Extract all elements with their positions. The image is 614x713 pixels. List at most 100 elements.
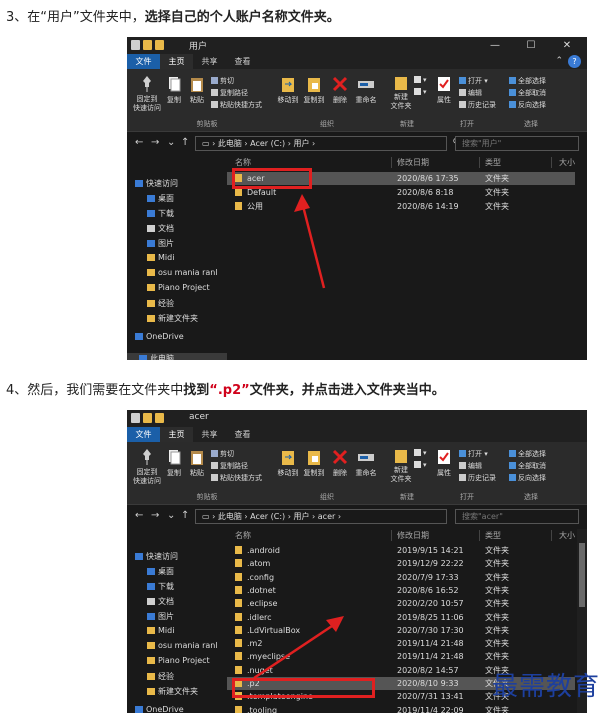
nav-item[interactable]: 经验 xyxy=(147,298,239,309)
search-input[interactable]: 搜索"用户" xyxy=(455,136,579,151)
column-type[interactable]: 类型 xyxy=(485,156,501,169)
file-row[interactable]: .tooling 2019/11/4 22:09 文件夹 xyxy=(227,704,575,713)
breadcrumb-0[interactable]: 此电脑 xyxy=(218,139,242,148)
new-item-icon[interactable]: ▾ xyxy=(414,76,427,84)
tab-view[interactable]: 查看 xyxy=(226,427,259,442)
recent-dropdown-icon[interactable]: ⌄ xyxy=(167,510,175,521)
nav-item[interactable]: osu mania ranl xyxy=(147,641,239,650)
nav-item[interactable]: 快速访问 xyxy=(135,178,227,189)
history-button[interactable]: 历史记录 xyxy=(459,100,496,110)
up-icon[interactable]: ↑ xyxy=(181,137,189,148)
nav-item[interactable]: 图片⊥ xyxy=(147,611,239,622)
edit-button[interactable]: 编辑 xyxy=(459,88,482,98)
tab-share[interactable]: 共享 xyxy=(193,54,226,69)
scrollbar-thumb[interactable] xyxy=(579,543,585,607)
copy-path-button[interactable]: 复制路径 xyxy=(211,88,248,98)
nav-item[interactable]: 下载⊥ xyxy=(147,581,239,592)
delete-button[interactable]: 删除 xyxy=(330,448,350,478)
properties-button[interactable]: 属性 xyxy=(435,448,453,478)
cut-button[interactable]: 剪切 xyxy=(211,76,234,86)
nav-item[interactable]: Piano Project xyxy=(147,656,239,665)
copy-to-button[interactable]: 复制到 xyxy=(303,448,325,478)
paste-shortcut-button[interactable]: 粘贴快捷方式 xyxy=(211,473,262,483)
nav-item[interactable]: 桌面⊥ xyxy=(147,566,239,577)
cut-button[interactable]: 剪切 xyxy=(211,449,234,459)
properties-button[interactable]: 属性 xyxy=(435,75,453,105)
column-type[interactable]: 类型 xyxy=(485,529,501,542)
column-date[interactable]: 修改日期 xyxy=(397,529,429,542)
breadcrumb-1[interactable]: Acer (C:) xyxy=(250,139,285,148)
paste-shortcut-button[interactable]: 粘贴快捷方式 xyxy=(211,100,262,110)
copy-path-button[interactable]: 复制路径 xyxy=(211,461,248,471)
quick-access-toolbar[interactable] xyxy=(131,40,164,50)
nav-item[interactable]: 文档⊥ xyxy=(147,223,239,234)
nav-item[interactable]: Midi⊥ xyxy=(147,253,239,262)
paste-button[interactable]: 粘贴 xyxy=(188,448,206,478)
select-all-button[interactable]: 全部选择 xyxy=(509,449,546,459)
tab-file[interactable]: 文件 xyxy=(127,54,160,69)
invert-selection-button[interactable]: 反向选择 xyxy=(509,473,546,483)
column-name[interactable]: 名称 xyxy=(235,529,251,542)
nav-item[interactable]: 图片⊥ xyxy=(147,238,239,249)
help-icon[interactable]: ? xyxy=(568,55,581,68)
edit-button[interactable]: 编辑 xyxy=(459,461,482,471)
close-button[interactable]: ✕ xyxy=(549,37,585,54)
pin-quick-access-button[interactable]: 固定到 快速访问 xyxy=(133,75,161,113)
copy-button[interactable]: 复制 xyxy=(165,448,183,478)
minimize-button[interactable]: — xyxy=(477,37,513,54)
column-size[interactable]: 大小 xyxy=(559,529,575,542)
file-row[interactable]: .dotnet 2020/8/6 16:52 文件夹 xyxy=(227,584,575,597)
rename-button[interactable]: 重命名 xyxy=(354,75,378,105)
tab-home[interactable]: 主页 xyxy=(160,427,193,442)
select-all-button[interactable]: 全部选择 xyxy=(509,76,546,86)
nav-item[interactable]: 桌面⊥ xyxy=(147,193,239,204)
nav-item[interactable]: 经验 xyxy=(147,671,239,682)
forward-icon[interactable]: → xyxy=(151,510,159,521)
tab-view[interactable]: 查看 xyxy=(226,54,259,69)
invert-selection-button[interactable]: 反向选择 xyxy=(509,100,546,110)
new-item-icon[interactable]: ▾ xyxy=(414,449,427,457)
nav-item[interactable]: Piano Project xyxy=(147,283,239,292)
open-button[interactable]: 打开 ▾ xyxy=(459,449,488,459)
file-row[interactable]: .config 2020/7/9 17:33 文件夹 xyxy=(227,571,575,584)
history-button[interactable]: 历史记录 xyxy=(459,473,496,483)
nav-item[interactable]: Midi⊥ xyxy=(147,626,239,635)
copy-to-button[interactable]: 复制到 xyxy=(303,75,325,105)
nav-item[interactable]: 新建文件夹 xyxy=(147,313,239,324)
breadcrumb-3[interactable]: acer xyxy=(318,512,336,521)
pin-quick-access-button[interactable]: 固定到 快速访问 xyxy=(133,448,161,486)
nav-item[interactable]: 新建文件夹 xyxy=(147,686,239,697)
search-input[interactable]: 搜索"acer" xyxy=(455,509,579,524)
easy-access-icon[interactable]: ▾ xyxy=(414,461,427,469)
file-row[interactable]: .atom 2019/12/9 22:22 文件夹 xyxy=(227,557,575,570)
easy-access-icon[interactable]: ▾ xyxy=(414,88,427,96)
file-row[interactable]: 公用 2020/8/6 14:19 文件夹 xyxy=(227,200,575,213)
new-folder-button[interactable]: 新建 文件夹 xyxy=(389,448,413,484)
file-row[interactable]: .eclipse 2020/2/20 10:57 文件夹 xyxy=(227,597,575,610)
address-bar[interactable]: ▭ › 此电脑 › Acer (C:) › 用户 › xyxy=(195,136,447,151)
paste-button[interactable]: 粘贴 xyxy=(188,75,206,105)
tab-share[interactable]: 共享 xyxy=(193,427,226,442)
file-row[interactable]: .android 2019/9/15 14:21 文件夹 xyxy=(227,544,575,557)
copy-button[interactable]: 复制 xyxy=(165,75,183,105)
back-icon[interactable]: ← xyxy=(135,510,143,521)
breadcrumb-2[interactable]: 用户 xyxy=(293,512,309,521)
nav-item[interactable]: osu mania ranl xyxy=(147,268,239,277)
move-to-button[interactable]: 移动到 xyxy=(277,75,299,105)
forward-icon[interactable]: → xyxy=(151,137,159,148)
address-bar[interactable]: ▭ › 此电脑 › Acer (C:) › 用户 › acer › xyxy=(195,509,447,524)
up-icon[interactable]: ↑ xyxy=(181,510,189,521)
back-icon[interactable]: ← xyxy=(135,137,143,148)
delete-button[interactable]: 删除 xyxy=(330,75,350,105)
quick-access-toolbar[interactable] xyxy=(131,413,164,423)
rename-button[interactable]: 重命名 xyxy=(354,448,378,478)
column-date[interactable]: 修改日期 xyxy=(397,156,429,169)
new-folder-button[interactable]: 新建 文件夹 xyxy=(389,75,413,111)
select-none-button[interactable]: 全部取消 xyxy=(509,461,546,471)
ribbon-collapse-icon[interactable]: ⌃ xyxy=(555,56,563,66)
breadcrumb-2[interactable]: 用户 xyxy=(293,139,309,148)
maximize-button[interactable]: ☐ xyxy=(513,37,549,54)
nav-item[interactable]: 此电脑 xyxy=(127,353,227,360)
move-to-button[interactable]: 移动到 xyxy=(277,448,299,478)
open-button[interactable]: 打开 ▾ xyxy=(459,76,488,86)
